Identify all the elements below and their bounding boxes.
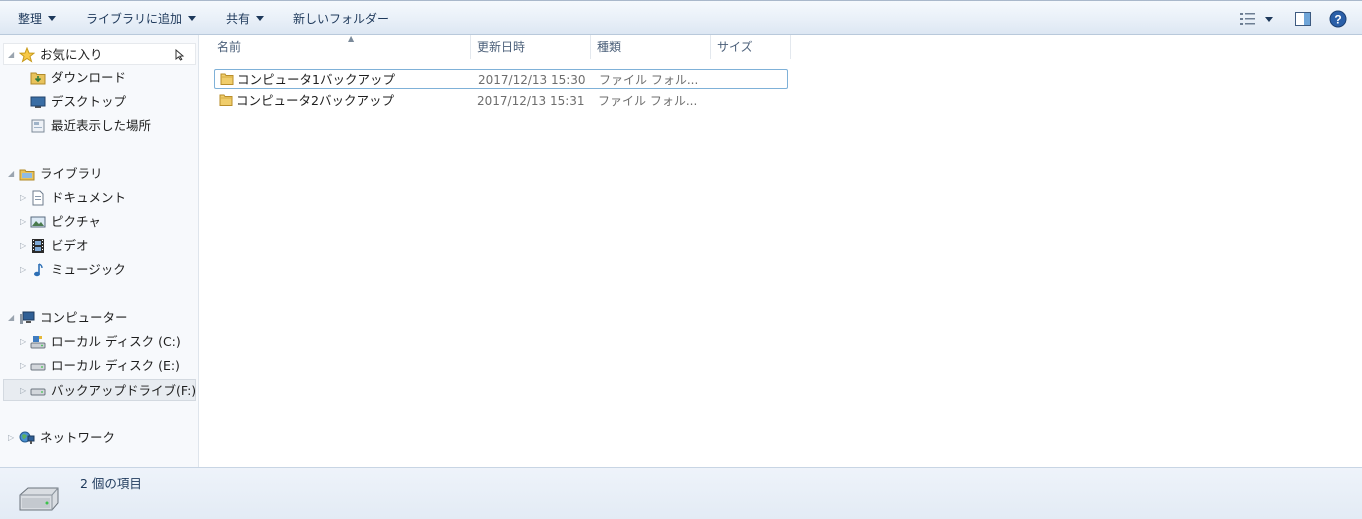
file-row[interactable]: コンピュータ2バックアップ 2017/12/13 15:31 ファイル フォル.… [214,91,788,111]
file-name: コンピュータ2バックアップ [236,93,394,108]
recent-places-icon [31,119,45,133]
libraries-icon [19,169,35,181]
expanded-arrow-icon[interactable]: ◢ [8,44,17,66]
nav-local-disk-e[interactable]: ▷ ローカル ディスク (E:) [0,355,199,377]
collapsed-arrow-icon[interactable]: ▷ [20,259,29,281]
nav-libraries-label: ライブラリ [40,166,103,181]
collapsed-arrow-icon[interactable]: ▷ [20,380,29,402]
nav-network-label: ネットワーク [40,430,116,445]
nav-music[interactable]: ▷ ミュージック [0,259,199,281]
help-icon[interactable]: ? [1329,10,1347,28]
new-folder-label: 新しいフォルダー [293,12,390,26]
collapsed-arrow-icon[interactable]: ▷ [20,211,29,233]
music-note-icon [34,263,43,277]
expanded-arrow-icon[interactable]: ◢ [8,163,17,185]
network-icon [19,431,35,444]
nav-documents[interactable]: ▷ ドキュメント [0,187,199,209]
nav-computer-label: コンピューター [40,310,128,325]
details-pane: 2 個の項目 [0,467,1362,519]
collapsed-arrow-icon[interactable]: ▷ [20,355,29,377]
nav-music-label: ミュージック [51,262,126,277]
pictures-icon [30,216,46,228]
hard-drive-icon [30,388,46,396]
add-to-library-button[interactable]: ライブラリに追加 [86,9,197,29]
nav-documents-label: ドキュメント [51,190,127,205]
column-header-date-modified[interactable]: 更新日時 [471,35,591,59]
svg-text:?: ? [1334,13,1341,27]
file-list-pane: 名前 ▲ 更新日時 種類 サイズ コンピュータ1バックアップ 2017/12/1… [200,34,1362,467]
nav-libraries[interactable]: ◢ ライブラリ [0,163,199,185]
command-bar: 整理 ライブラリに追加 共有 新しいフォルダー ? [0,0,1362,35]
collapsed-arrow-icon[interactable]: ▷ [20,331,29,353]
item-count: 2 個の項目 [80,476,142,491]
column-header-size[interactable]: サイズ [711,35,791,59]
organize-button[interactable]: 整理 [18,9,57,29]
desktop-icon [30,96,46,108]
share-label: 共有 [226,12,251,26]
nav-local-disk-c[interactable]: ▷ ローカル ディスク (C:) [0,331,199,353]
nav-desktop[interactable]: デスクトップ [0,91,199,113]
video-film-icon [32,239,44,253]
expanded-arrow-icon[interactable]: ◢ [8,307,17,329]
nav-desktop-label: デスクトップ [51,94,127,109]
nav-backup-drive-f-label: バックアップドライブ(F:) [51,383,197,398]
nav-videos-label: ビデオ [51,238,89,253]
nav-pictures-label: ピクチャ [51,214,101,229]
file-type: ファイル フォル... [598,94,698,108]
file-date-modified: 2017/12/13 15:31 [477,94,585,108]
nav-computer[interactable]: ◢ コンピューター [0,307,199,329]
nav-downloads[interactable]: ダウンロード [0,67,199,89]
preview-pane-icon[interactable] [1294,10,1312,28]
column-header-date-label: 更新日時 [477,40,526,54]
chevron-down-icon [188,16,197,21]
folder-icon [220,73,234,85]
column-header-size-label: サイズ [717,40,753,54]
chevron-down-icon[interactable] [1263,10,1275,28]
star-icon [19,47,35,63]
nav-recent-places-label: 最近表示した場所 [51,118,152,133]
nav-recent-places[interactable]: 最近表示した場所 [0,115,199,137]
file-row[interactable]: コンピュータ1バックアップ 2017/12/13 15:30 ファイル フォル.… [214,69,788,89]
collapsed-arrow-icon[interactable]: ▷ [20,187,29,209]
file-type: ファイル フォル... [599,73,699,87]
organize-label: 整理 [18,12,43,26]
file-name: コンピュータ1バックアップ [237,72,395,87]
navigation-pane: ◢ お気に入り ダウンロード デスクトップ 最近表示した場所 ◢ ライブラリ ▷… [0,35,199,467]
collapsed-arrow-icon[interactable]: ▷ [20,235,29,257]
computer-icon [20,311,35,324]
share-button[interactable]: 共有 [226,9,265,29]
file-date-modified: 2017/12/13 15:30 [478,73,586,87]
new-folder-button[interactable]: 新しいフォルダー [293,9,389,29]
document-icon [32,190,44,206]
column-header-type[interactable]: 種類 [591,35,711,59]
nav-favorites-label: お気に入り [40,47,103,62]
nav-local-disk-e-label: ローカル ディスク (E:) [51,358,180,373]
pin-icon[interactable] [175,49,185,61]
nav-favorites[interactable]: ◢ お気に入り [3,43,196,65]
view-options-icon[interactable] [1239,10,1257,28]
chevron-down-icon [256,16,265,21]
nav-local-disk-c-label: ローカル ディスク (C:) [51,334,181,349]
nav-pictures[interactable]: ▷ ピクチャ [0,211,199,233]
column-header-type-label: 種類 [597,40,622,54]
sort-ascending-icon: ▲ [348,34,355,43]
column-header-name[interactable]: 名前 ▲ [211,34,471,59]
collapsed-arrow-icon[interactable]: ▷ [8,427,17,449]
nav-videos[interactable]: ▷ ビデオ [0,235,199,257]
nav-network[interactable]: ▷ ネットワーク [0,427,199,449]
hard-drive-icon [30,363,46,371]
system-drive-icon [30,336,46,349]
chevron-down-icon [48,16,57,21]
folder-icon [219,94,233,106]
nav-backup-drive-f[interactable]: ▷ バックアップドライブ(F:) [3,379,196,401]
hard-drive-icon [19,487,59,511]
add-to-library-label: ライブラリに追加 [86,12,183,26]
nav-downloads-label: ダウンロード [51,70,127,85]
column-header-name-label: 名前 [217,40,242,54]
downloads-folder-icon [30,72,46,85]
